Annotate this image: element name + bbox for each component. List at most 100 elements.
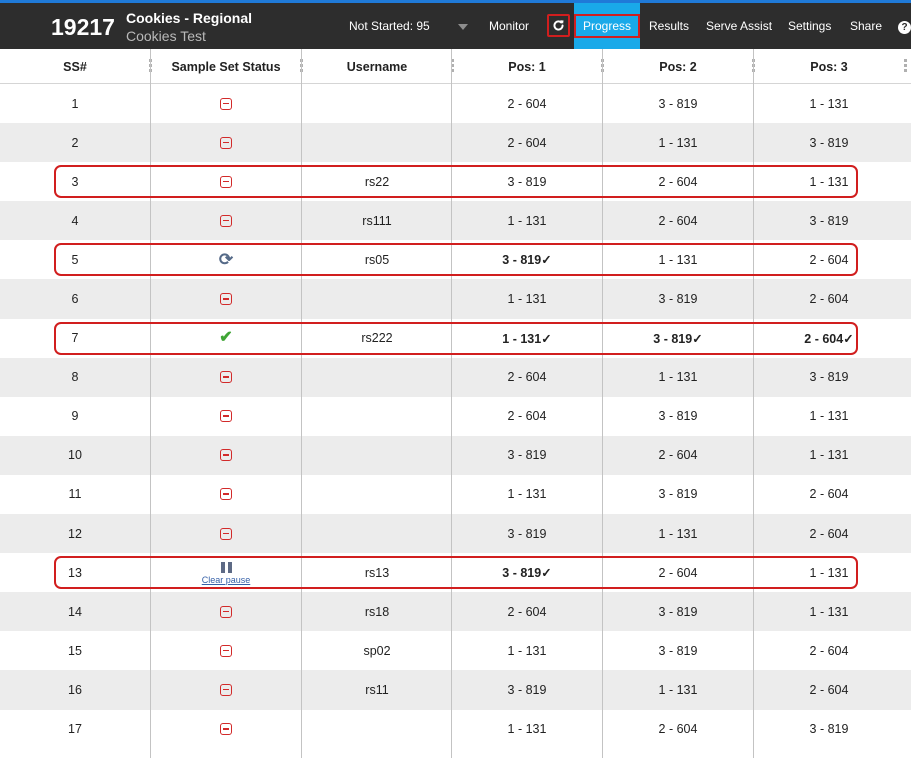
- cell-pos1: 1 - 131: [507, 213, 547, 228]
- cell-ss: 6: [71, 292, 79, 307]
- cell-pos3: 2 - 604: [809, 643, 849, 658]
- column-header-pos3[interactable]: Pos: 3: [754, 49, 904, 84]
- chevron-down-icon[interactable]: [458, 24, 468, 30]
- cell-status: [151, 123, 301, 162]
- table-row[interactable]: 7 ✔ rs222 1 - 131✓ 3 - 819✓ 2 - 604✓: [0, 319, 911, 358]
- cell-ss: 17: [68, 722, 82, 737]
- cell-ss: 11: [68, 487, 82, 502]
- table-row[interactable]: 13 Clear pause rs13 3 - 819✓ 2 - 604 1 - 131: [0, 553, 911, 592]
- cell-status: [151, 475, 301, 514]
- column-header-pos2[interactable]: Pos: 2: [603, 49, 753, 84]
- tab-progress[interactable]: Progress: [574, 3, 640, 49]
- cell-username: rs11: [365, 682, 389, 697]
- cell-pos1: 3 - 819✓: [502, 253, 552, 268]
- cell-username: [302, 514, 452, 553]
- cell-username: sp02: [363, 643, 391, 658]
- study-subtitle: Cookies Test: [126, 28, 206, 44]
- table-row[interactable]: 16 rs11 3 - 819 1 - 131 2 - 604: [0, 670, 911, 710]
- status-filter-dropdown[interactable]: Not Started: 95: [349, 17, 430, 35]
- not-started-icon: [220, 214, 232, 227]
- cell-ss: 8: [71, 370, 79, 385]
- help-icon[interactable]: ?: [898, 21, 911, 34]
- column-header-status[interactable]: Sample Set Status: [151, 49, 301, 84]
- cell-pos1: 1 - 131: [507, 643, 547, 658]
- table-row[interactable]: 4 rs111 1 - 131 2 - 604 3 - 819: [0, 201, 911, 241]
- study-id: 19217: [51, 14, 115, 40]
- table-row[interactable]: 17 1 - 131 2 - 604 3 - 819: [0, 710, 911, 749]
- cell-status: [151, 710, 301, 749]
- cell-ss: 13: [68, 565, 82, 580]
- cell-pos1: 3 - 819: [507, 526, 547, 541]
- not-started-icon: [220, 293, 232, 306]
- cell-username: [302, 475, 452, 514]
- not-started-icon: [220, 410, 232, 423]
- cell-pos3: 1 - 131: [809, 604, 849, 619]
- cell-pos3: 3 - 819: [809, 370, 849, 385]
- cell-pos1: 1 - 131: [507, 292, 547, 307]
- cell-pos2: 3 - 819: [658, 409, 698, 424]
- cell-username: rs13: [364, 565, 390, 580]
- cell-username: rs22: [364, 174, 390, 189]
- table-row[interactable]: 6 1 - 131 3 - 819 2 - 604: [0, 279, 911, 319]
- cell-username: [302, 358, 452, 397]
- tab-serve-assist[interactable]: Serve Assist: [706, 17, 772, 35]
- table-row[interactable]: 10 3 - 819 2 - 604 1 - 131: [0, 435, 911, 475]
- tab-settings[interactable]: Settings: [788, 17, 831, 35]
- cell-status: [151, 162, 301, 201]
- cell-pos1: 1 - 131: [507, 722, 547, 737]
- cell-ss: 3: [71, 174, 79, 189]
- refresh-button[interactable]: [547, 14, 570, 37]
- tab-monitor[interactable]: Monitor: [489, 17, 529, 35]
- cell-ss: 14: [68, 604, 82, 619]
- column-header-ss[interactable]: SS#: [0, 49, 150, 84]
- table-row[interactable]: 9 2 - 604 3 - 819 1 - 131: [0, 397, 911, 436]
- cell-username: [302, 279, 452, 318]
- cell-ss: 16: [68, 682, 82, 697]
- cell-pos3: 2 - 604: [809, 252, 849, 267]
- table-row[interactable]: 3 rs22 3 - 819 2 - 604 1 - 131: [0, 162, 911, 201]
- cell-status: Clear pause: [151, 553, 301, 592]
- cell-pos1: 3 - 819: [507, 682, 547, 697]
- cell-ss: 12: [68, 526, 82, 541]
- cell-username: [302, 436, 452, 475]
- cell-username: [302, 123, 452, 162]
- table-row[interactable]: 8 2 - 604 1 - 131 3 - 819: [0, 357, 911, 397]
- cell-ss: 5: [71, 252, 79, 267]
- cell-pos2: 3 - 819: [658, 487, 698, 502]
- cell-status: ⟳: [151, 240, 301, 279]
- table-row[interactable]: 11 1 - 131 3 - 819 2 - 604: [0, 475, 911, 514]
- table-row[interactable]: 15 sp02 1 - 131 3 - 819 2 - 604: [0, 631, 911, 670]
- table-row[interactable]: 1 2 - 604 3 - 819 1 - 131: [0, 84, 911, 123]
- paused-status: Clear pause: [202, 562, 251, 585]
- column-divider: [753, 49, 754, 758]
- tab-results[interactable]: Results: [649, 17, 689, 35]
- cell-pos2: 3 - 819: [658, 643, 698, 658]
- cell-status: [151, 631, 301, 670]
- refresh-icon: [553, 20, 564, 31]
- cell-pos2: 2 - 604: [658, 174, 698, 189]
- column-header-username[interactable]: Username: [302, 49, 452, 84]
- table-row[interactable]: 12 3 - 819 1 - 131 2 - 604: [0, 514, 911, 554]
- cell-status: [151, 358, 301, 397]
- cell-pos2: 2 - 604: [658, 448, 698, 463]
- tab-share[interactable]: Share: [850, 17, 882, 35]
- column-header-pos1[interactable]: Pos: 1: [452, 49, 602, 84]
- table-row[interactable]: 5 ⟳ rs05 3 - 819✓ 1 - 131 2 - 604: [0, 240, 911, 279]
- cell-pos3: 1 - 131: [809, 409, 849, 424]
- cell-pos1: 3 - 819: [507, 448, 547, 463]
- cell-username: [302, 710, 452, 749]
- cell-username: rs05: [364, 252, 390, 267]
- cell-ss: 1: [71, 96, 79, 111]
- cell-pos1: 3 - 819✓: [502, 566, 552, 581]
- table-row[interactable]: 2 2 - 604 1 - 131 3 - 819: [0, 123, 911, 163]
- cell-pos2: 1 - 131: [658, 370, 698, 385]
- cell-ss: 10: [68, 448, 82, 463]
- study-title: Cookies - Regional: [126, 10, 253, 26]
- cell-ss: 9: [71, 409, 79, 424]
- not-started-icon: [220, 644, 232, 657]
- cell-status: [151, 592, 301, 631]
- table-row[interactable]: 14 rs18 2 - 604 3 - 819 1 - 131: [0, 592, 911, 632]
- cell-pos3: 2 - 604: [809, 682, 849, 697]
- column-resize-grip[interactable]: [904, 59, 907, 74]
- clear-pause-link[interactable]: Clear pause: [202, 575, 251, 585]
